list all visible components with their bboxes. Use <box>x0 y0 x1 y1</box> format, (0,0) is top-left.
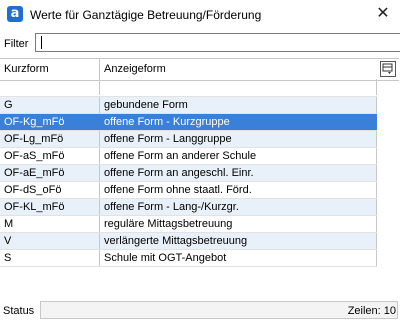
filter-label: Filter <box>4 38 29 50</box>
empty-cell-anzeigeform <box>100 79 377 95</box>
table-row[interactable]: Ggebundene Form <box>0 97 377 114</box>
text-caret <box>41 36 42 49</box>
table-row[interactable]: OF-Lg_mFö offene Form - Langgruppe <box>0 131 377 148</box>
app-logo-icon: a <box>7 6 23 22</box>
cell-anzeigeform: verlängerte Mittagsbetreuung <box>100 233 377 249</box>
empty-cell-kurzform <box>0 79 100 95</box>
cell-kurzform: OF-dS_oFö <box>0 182 100 198</box>
status-field <box>40 301 398 319</box>
filter-input[interactable] <box>35 33 400 52</box>
cell-kurzform: OF-Kg_mFö <box>0 114 100 130</box>
window-title: Werte für Ganztägige Betreuung/Förderung <box>30 8 262 22</box>
cell-kurzform: S <box>0 250 100 266</box>
column-chooser-icon[interactable] <box>380 61 396 77</box>
table-row[interactable]: OF-dS_oFö offene Form ohne staatl. Förd. <box>0 182 377 199</box>
values-table: Kurzform Anzeigeform Ggebundene Form OF-K… <box>0 58 399 295</box>
table-header: Kurzform Anzeigeform <box>0 59 399 81</box>
cell-kurzform: OF-Lg_mFö <box>0 131 100 147</box>
table-row[interactable]: Vverlängerte Mittagsbetreuung <box>0 233 377 250</box>
cell-anzeigeform: offene Form an anderer Schule <box>100 148 377 164</box>
column-header-anzeigeform[interactable]: Anzeigeform <box>100 59 376 80</box>
cell-kurzform: V <box>0 233 100 249</box>
status-bar: Status Zeilen: 10 <box>0 300 400 323</box>
cell-kurzform: OF-aS_mFö <box>0 148 100 164</box>
cell-kurzform: OF-KL_mFö <box>0 199 100 215</box>
table-row[interactable]: S Schule mit OGT-Angebot <box>0 250 377 267</box>
row-count: Zeilen: 10 <box>347 305 396 317</box>
close-button[interactable]: ✕ <box>366 0 400 28</box>
cell-anzeigeform: offene Form - Kurzgruppe <box>100 114 377 130</box>
empty-row[interactable] <box>0 79 377 97</box>
table-row[interactable]: OF-aE_mFö offene Form an angeschl. Einr. <box>0 165 377 182</box>
table-row[interactable]: OF-KL_mFö offene Form - Lang-/Kurzgr. <box>0 199 377 216</box>
cell-anzeigeform: reguläre Mittagsbetreuung <box>100 216 377 232</box>
table-row[interactable]: OF-Kg_mFö offene Form - Kurzgruppe <box>0 114 377 131</box>
column-header-kurzform[interactable]: Kurzform <box>0 59 100 80</box>
cell-anzeigeform: offene Form - Langgruppe <box>100 131 377 147</box>
cell-kurzform: OF-aE_mFö <box>0 165 100 181</box>
table-body: Ggebundene Form OF-Kg_mFö offene Form - Ku… <box>0 97 377 267</box>
cell-anzeigeform: offene Form - Lang-/Kurzgr. <box>100 199 377 215</box>
cell-anzeigeform: offene Form ohne staatl. Förd. <box>100 182 377 198</box>
cell-anzeigeform: offene Form an angeschl. Einr. <box>100 165 377 181</box>
cell-kurzform: M <box>0 216 100 232</box>
status-label: Status <box>3 305 35 317</box>
cell-kurzform: G <box>0 97 100 113</box>
column-chooser-glyph <box>382 63 393 74</box>
title-bar: a Werte für Ganztägige Betreuung/Förderu… <box>0 0 400 30</box>
table-row[interactable]: OF-aS_mFö offene Form an anderer Schule <box>0 148 377 165</box>
table-row[interactable]: Mreguläre Mittagsbetreuung <box>0 216 377 233</box>
cell-anzeigeform: gebundene Form <box>100 97 377 113</box>
cell-anzeigeform: Schule mit OGT-Angebot <box>100 250 377 266</box>
